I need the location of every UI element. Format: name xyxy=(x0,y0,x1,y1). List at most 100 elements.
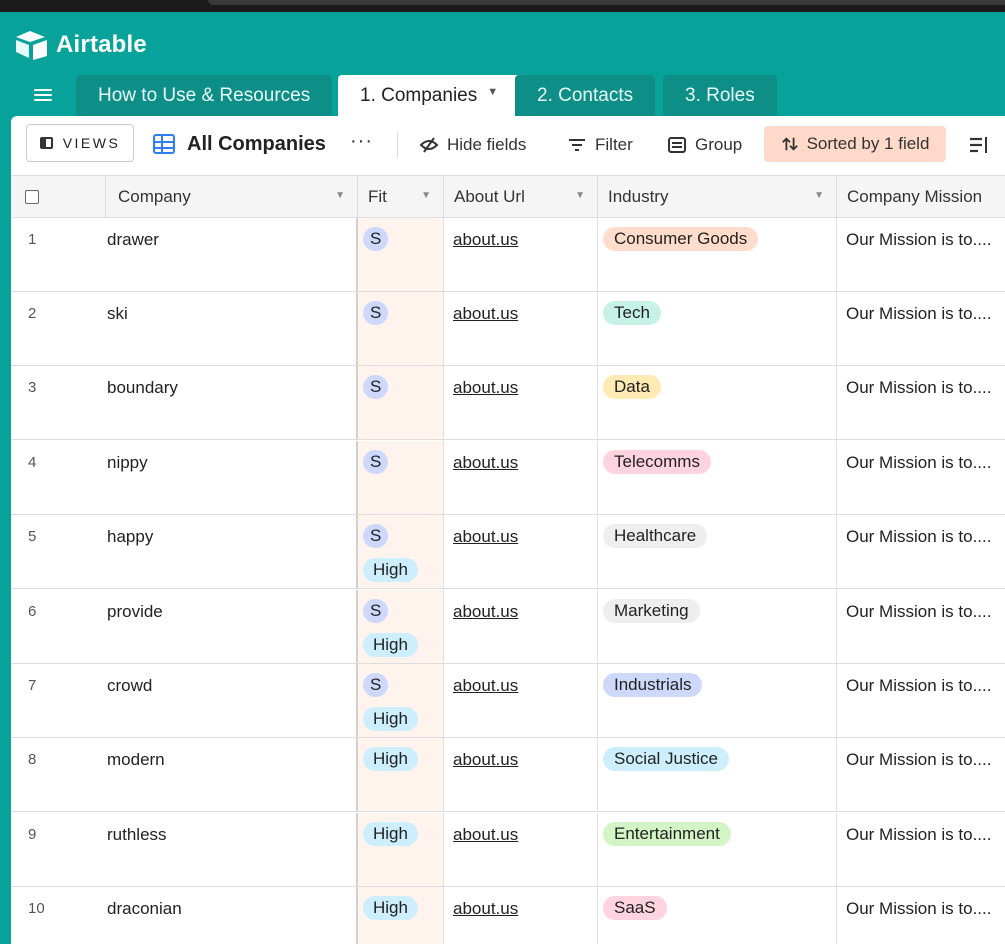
about-url-link[interactable]: about.us xyxy=(453,527,518,546)
column-header-industry[interactable]: Industry ▼ xyxy=(598,176,837,217)
tab-how-to-use[interactable]: How to Use & Resources xyxy=(76,75,333,117)
about-url-cell[interactable]: about.us xyxy=(444,738,598,811)
about-url-cell[interactable]: about.us xyxy=(444,664,598,737)
column-header-about-url[interactable]: About Url ▼ xyxy=(444,176,598,217)
table-row[interactable]: 5 happy S High about.us Healthcare Our Mission… xyxy=(11,515,1005,589)
company-cell[interactable]: provide xyxy=(106,590,358,663)
fit-tag: High xyxy=(363,707,418,731)
mission-cell[interactable]: Our Mission is to.... xyxy=(837,292,1005,365)
table-row[interactable]: 8 modern High about.us Social Justice Our Mis… xyxy=(11,738,1005,812)
column-header-mission[interactable]: Company Mission xyxy=(837,176,1005,217)
company-cell[interactable]: nippy xyxy=(106,441,358,514)
table-row[interactable]: 2 ski Sabout.us Tech Our Mission is to.... xyxy=(11,292,1005,366)
row-height-icon[interactable] xyxy=(969,136,989,154)
mission-cell[interactable]: Our Mission is to.... xyxy=(837,441,1005,514)
mission-cell[interactable]: Our Mission is to.... xyxy=(837,664,1005,737)
chevron-down-icon[interactable]: ▼ xyxy=(335,190,345,201)
about-url-link[interactable]: about.us xyxy=(453,304,518,323)
column-title: Industry xyxy=(608,186,669,206)
mission-cell[interactable]: Our Mission is to.... xyxy=(837,738,1005,811)
company-cell[interactable]: ruthless xyxy=(106,813,358,886)
fit-cell[interactable]: S xyxy=(358,441,444,514)
about-url-link[interactable]: about.us xyxy=(453,230,518,249)
about-url-link[interactable]: about.us xyxy=(453,676,518,695)
fit-cell[interactable]: High xyxy=(358,813,444,886)
about-url-link[interactable]: about.us xyxy=(453,602,518,621)
company-cell[interactable]: ski xyxy=(106,292,358,365)
industry-cell[interactable]: Industrials xyxy=(598,664,837,737)
mission-cell[interactable]: Our Mission is to.... xyxy=(837,590,1005,663)
about-url-cell[interactable]: about.us xyxy=(444,366,598,439)
company-cell[interactable]: modern xyxy=(106,738,358,811)
hamburger-menu-icon[interactable] xyxy=(34,86,52,102)
about-url-link[interactable]: about.us xyxy=(453,378,518,397)
mission-cell[interactable]: Our Mission is to.... xyxy=(837,887,1005,944)
mission-cell[interactable]: Our Mission is to.... xyxy=(837,366,1005,439)
table-row[interactable]: 3 boundary Sabout.us Data Our Mission is to.… xyxy=(11,366,1005,440)
industry-cell[interactable]: Telecomms xyxy=(598,441,837,514)
chevron-down-icon[interactable]: ▼ xyxy=(421,190,431,201)
mission-cell[interactable]: Our Mission is to.... xyxy=(837,813,1005,886)
table-row[interactable]: 6 provide S High about.us Marketing Our Missio… xyxy=(11,590,1005,664)
table-row[interactable]: 9 ruthless High about.us Entertainment Our Mi… xyxy=(11,813,1005,887)
industry-cell[interactable]: Healthcare xyxy=(598,515,837,588)
about-url-cell[interactable]: about.us xyxy=(444,441,598,514)
fit-cell[interactable]: S xyxy=(358,292,444,365)
about-url-cell[interactable]: about.us xyxy=(444,292,598,365)
company-cell[interactable]: draconian xyxy=(106,887,358,944)
tab-companies[interactable]: 1. Companies ▼ xyxy=(338,75,521,117)
company-cell[interactable]: crowd xyxy=(106,664,358,737)
tab-contacts[interactable]: 2. Contacts xyxy=(515,75,656,117)
fit-cell[interactable]: S High xyxy=(358,515,444,588)
about-url-link[interactable]: about.us xyxy=(453,453,518,472)
about-url-cell[interactable]: about.us xyxy=(444,590,598,663)
column-header-fit[interactable]: Fit ▼ xyxy=(358,176,444,217)
fit-cell[interactable]: S xyxy=(358,218,444,291)
fit-cell[interactable]: S xyxy=(358,366,444,439)
group-button[interactable]: Group xyxy=(667,128,742,162)
about-url-cell[interactable]: about.us xyxy=(444,813,598,886)
filter-label: Filter xyxy=(595,135,633,154)
industry-cell[interactable]: Data xyxy=(598,366,837,439)
window-top-bar xyxy=(208,0,1005,5)
about-url-link[interactable]: about.us xyxy=(453,825,518,844)
view-selector[interactable]: All Companies xyxy=(153,128,326,160)
industry-cell[interactable]: Consumer Goods xyxy=(598,218,837,291)
more-options-icon[interactable]: ··· xyxy=(350,130,373,153)
company-cell[interactable]: boundary xyxy=(106,366,358,439)
table-row[interactable]: 1 drawer Sabout.us Consumer Goods Our Missio… xyxy=(11,218,1005,292)
fit-cell[interactable]: High xyxy=(358,738,444,811)
table-row[interactable]: 10 draconian High about.us SaaS Our Mission i… xyxy=(11,887,1005,944)
table-row[interactable]: 4 nippy Sabout.us Telecomms Our Mission is t… xyxy=(11,441,1005,515)
industry-cell[interactable]: Social Justice xyxy=(598,738,837,811)
about-url-cell[interactable]: about.us xyxy=(444,218,598,291)
industry-cell[interactable]: SaaS xyxy=(598,887,837,944)
views-button[interactable]: VIEWS xyxy=(26,124,134,162)
industry-cell[interactable]: Tech xyxy=(598,292,837,365)
chevron-down-icon[interactable]: ▼ xyxy=(814,190,824,201)
tab-roles[interactable]: 3. Roles xyxy=(663,75,777,117)
hide-fields-button[interactable]: Hide fields xyxy=(419,128,526,162)
column-header-company[interactable]: Company ▼ xyxy=(106,176,358,217)
filter-button[interactable]: Filter xyxy=(567,128,633,162)
airtable-logo[interactable]: Airtable xyxy=(14,28,147,62)
about-url-cell[interactable]: about.us xyxy=(444,887,598,944)
company-cell[interactable]: drawer xyxy=(106,218,358,291)
select-all-checkbox[interactable] xyxy=(25,190,39,204)
chevron-down-icon[interactable]: ▼ xyxy=(575,190,585,201)
table-row[interactable]: 7 crowd S High about.us Industrials Our Missio… xyxy=(11,664,1005,738)
fit-cell[interactable]: S High xyxy=(358,664,444,737)
about-url-link[interactable]: about.us xyxy=(453,750,518,769)
about-url-link[interactable]: about.us xyxy=(453,899,518,918)
chevron-down-icon[interactable]: ▼ xyxy=(487,86,498,98)
mission-cell[interactable]: Our Mission is to.... xyxy=(837,218,1005,291)
sort-button[interactable]: Sorted by 1 field xyxy=(764,126,946,162)
fit-cell[interactable]: S High xyxy=(358,590,444,663)
eye-slash-icon xyxy=(419,137,439,153)
fit-cell[interactable]: High xyxy=(358,887,444,944)
industry-cell[interactable]: Marketing xyxy=(598,590,837,663)
industry-cell[interactable]: Entertainment xyxy=(598,813,837,886)
about-url-cell[interactable]: about.us xyxy=(444,515,598,588)
company-cell[interactable]: happy xyxy=(106,515,358,588)
mission-cell[interactable]: Our Mission is to.... xyxy=(837,515,1005,588)
